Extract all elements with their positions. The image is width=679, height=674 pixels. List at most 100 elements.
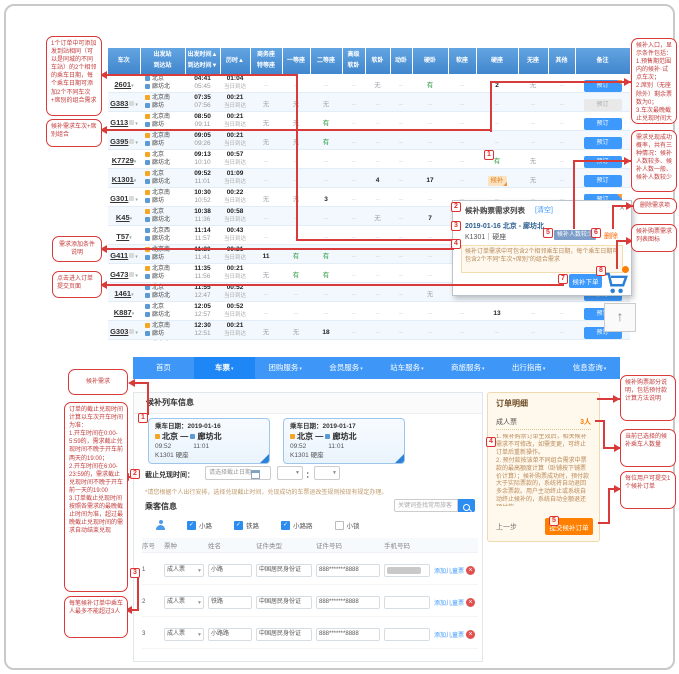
seat-cell: 4 (365, 169, 390, 188)
checkbox-checked-icon[interactable]: ✓ (234, 521, 243, 530)
nav-tab-信息查询[interactable]: 信息查询▾ (559, 357, 620, 379)
nav-tab-车票[interactable]: 车票▾ (194, 357, 255, 379)
id-number-field[interactable]: 888*******8888 (316, 564, 380, 577)
nav-tab-团购服务[interactable]: 团购服务▾ (255, 357, 316, 379)
train-link[interactable]: G383 (110, 99, 128, 108)
seat-availability: -- (399, 139, 403, 146)
book-button[interactable]: 预订 (584, 118, 622, 130)
chevron-down-icon[interactable]: ▾ (135, 254, 138, 260)
add-child-ticket-link[interactable]: 添加儿童票 (434, 630, 466, 639)
remove-passenger-icon[interactable] (466, 566, 475, 575)
book-button[interactable]: 预订 (584, 175, 622, 187)
seat-cell: -- (476, 321, 518, 340)
id-type-field[interactable]: 中国居民身份证 (256, 628, 312, 641)
seat-availability: -- (375, 329, 379, 336)
train-link[interactable]: K1301 (112, 175, 134, 184)
seat-cell: -- (448, 93, 476, 112)
quick-passenger-小锁[interactable]: 小锁 (335, 520, 360, 530)
train-link[interactable]: G301 (110, 194, 128, 203)
remove-passenger-icon[interactable] (466, 598, 475, 607)
train-link[interactable]: 2601 (114, 80, 131, 89)
train-link[interactable]: 1461 (114, 289, 131, 298)
name-field[interactable]: 铁路 (208, 596, 252, 609)
chevron-down-icon[interactable]: ▾ (131, 83, 134, 89)
chevron-down-icon[interactable]: ▾ (134, 178, 137, 184)
duration: 00:43 (220, 227, 250, 235)
deadline-hour-select[interactable]: ▼ (277, 466, 303, 480)
nav-tab-商旅服务[interactable]: 商旅服务▾ (437, 357, 498, 379)
id-type-field[interactable]: 中国居民身份证 (256, 596, 312, 609)
seat-availability: -- (495, 101, 499, 108)
phone-field[interactable] (384, 596, 430, 609)
same-day-label: 当日到达 (220, 216, 250, 224)
id-number-field[interactable]: 888*******8888 (316, 596, 380, 609)
seat-availability: 有 (323, 120, 330, 127)
seat-cell: -- (250, 74, 282, 93)
chevron-down-icon[interactable]: ▾ (135, 140, 138, 146)
chevron-down-icon[interactable]: ▾ (129, 235, 132, 241)
train-link[interactable]: G395 (110, 137, 128, 146)
waitlist-cart-icon[interactable] (602, 268, 629, 298)
nav-tab-label: 会员服务 (329, 363, 359, 372)
add-child-ticket-link[interactable]: 添加儿童票 (434, 598, 466, 607)
clear-all-link[interactable]: [清空] (535, 205, 553, 215)
book-button[interactable]: 预订 (584, 99, 622, 111)
quick-passenger-铁路[interactable]: ✓铁路 (234, 520, 259, 530)
train-link[interactable]: G473 (110, 270, 128, 279)
waitlist-order-button[interactable]: 候补下单 (569, 274, 602, 288)
waitlist-tag[interactable]: 候补 (488, 176, 507, 186)
train-link[interactable]: G411 (110, 251, 128, 260)
name-field[interactable]: 小路 (208, 564, 252, 577)
checkbox-icon[interactable] (335, 521, 344, 530)
remove-passenger-icon[interactable] (466, 630, 475, 639)
train-link[interactable]: G113 (110, 118, 128, 127)
add-child-ticket-link[interactable]: 添加儿童票 (434, 566, 466, 575)
train-link[interactable]: K45 (116, 213, 130, 222)
chevron-down-icon[interactable]: ▾ (131, 292, 134, 298)
book-button[interactable]: 预订 (584, 137, 622, 149)
passenger-search-input[interactable]: 关键词查找常用旅客 (394, 499, 458, 512)
ticket-type-select[interactable]: 成人票▼ (164, 564, 204, 577)
phone-field[interactable] (384, 628, 430, 641)
chevron-down-icon[interactable]: ▾ (135, 102, 138, 108)
nav-tab-会员服务[interactable]: 会员服务▾ (316, 357, 377, 379)
train-link[interactable]: G303 (110, 327, 128, 336)
name-field[interactable]: 小路路 (208, 628, 252, 641)
chevron-down-icon[interactable]: ▾ (132, 311, 135, 317)
quick-passenger-小路路[interactable]: ✓小路路 (281, 520, 313, 530)
deadline-date-select[interactable]: 请选择截止日期 (205, 466, 271, 480)
ticket-type-select[interactable]: 成人票▼ (164, 596, 204, 609)
nav-tab-出行指南[interactable]: 出行指南▾ (498, 357, 559, 379)
phone-field[interactable] (384, 564, 430, 577)
book-button[interactable]: 预订 (584, 156, 622, 168)
chevron-down-icon[interactable]: ▾ (135, 121, 138, 127)
departure-station-icon (145, 266, 150, 271)
nav-tab-站车服务[interactable]: 站车服务▾ (377, 357, 438, 379)
search-button[interactable] (458, 499, 475, 512)
chevron-down-icon[interactable]: ▾ (135, 273, 138, 279)
train-link[interactable]: K7729 (112, 156, 134, 165)
chevron-down-icon[interactable]: ▾ (135, 330, 138, 336)
quick-passenger-小路[interactable]: ✓小路 (187, 520, 212, 530)
chevron-down-icon[interactable]: ▾ (130, 216, 133, 222)
id-type-field[interactable]: 中国居民身份证 (256, 564, 312, 577)
seat-availability: -- (351, 120, 355, 127)
checkbox-checked-icon[interactable]: ✓ (187, 521, 196, 530)
back-button[interactable]: 上一步 (496, 522, 517, 532)
scroll-top-button[interactable]: ↑ (604, 303, 636, 332)
seat-availability: -- (559, 139, 563, 146)
checkbox-checked-icon[interactable]: ✓ (281, 521, 290, 530)
train-link[interactable]: K887 (114, 308, 132, 317)
chevron-down-icon[interactable]: ▾ (134, 159, 137, 165)
order-detail-panel: 订单明细 成人票 3人 1. 候补购票订单生效后，相关候补需求不可修改，如需变更… (487, 392, 600, 542)
id-number-field[interactable]: 888*******8888 (316, 628, 380, 641)
nav-tab-首页[interactable]: 首页 (133, 357, 194, 379)
deadline-minute-select[interactable]: ▼ (314, 466, 340, 480)
train-link[interactable]: T57 (116, 232, 129, 241)
departure-time: 09:52 (185, 170, 220, 178)
ticket-type-select[interactable]: 成人票▼ (164, 628, 204, 641)
chevron-down-icon[interactable]: ▾ (135, 197, 138, 203)
seat-cell: -- (342, 207, 365, 226)
arrival-station-icon (145, 198, 150, 203)
connector-line (147, 382, 149, 415)
